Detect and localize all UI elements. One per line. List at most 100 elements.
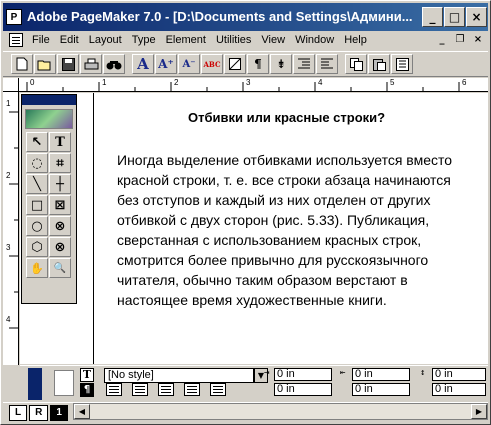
new-icon[interactable] bbox=[11, 54, 33, 74]
adobe-logo-icon[interactable] bbox=[25, 109, 73, 129]
ruler-v-4: 4 bbox=[6, 315, 11, 324]
polygon-frame-tool-icon[interactable]: ⊗ bbox=[49, 237, 71, 257]
menu-utilities[interactable]: Utilities bbox=[211, 34, 256, 46]
ruler-h-3: 3 bbox=[246, 78, 251, 87]
menu-type[interactable]: Type bbox=[127, 34, 161, 46]
frame-icon[interactable] bbox=[224, 54, 246, 74]
hand-tool-icon[interactable]: ✋ bbox=[26, 258, 48, 278]
ruler-v-2: 2 bbox=[6, 171, 11, 180]
section-heading[interactable]: Отбивки или красные строки? bbox=[188, 110, 385, 125]
menu-layout[interactable]: Layout bbox=[84, 34, 127, 46]
toolbox-title-bar[interactable] bbox=[22, 95, 76, 105]
left-indent-field[interactable]: 0 in bbox=[274, 368, 332, 381]
rectangle-frame-tool-icon[interactable]: ⊠ bbox=[49, 195, 71, 215]
application-window: P Adobe PageMaker 7.0 - [D:\Documents an… bbox=[0, 0, 491, 425]
text-tool-icon[interactable]: T bbox=[49, 132, 71, 152]
ruler-h-2: 2 bbox=[174, 78, 179, 87]
paragraph-style-select[interactable]: [No style] bbox=[104, 368, 254, 383]
ruler-h-0: 0 bbox=[30, 78, 35, 87]
title-bar[interactable]: P Adobe PageMaker 7.0 - [D:\Documents an… bbox=[3, 3, 488, 31]
align-center-button[interactable] bbox=[132, 383, 148, 396]
ruler-h-6: 6 bbox=[462, 78, 467, 87]
ruler-v-1: 1 bbox=[6, 99, 11, 108]
save-icon[interactable] bbox=[57, 54, 79, 74]
ruler-v-3: 3 bbox=[6, 243, 11, 252]
font-smaller-icon[interactable]: A⁻ bbox=[178, 54, 200, 74]
menu-bar: File Edit Layout Type Element Utilities … bbox=[3, 31, 488, 49]
rectangle-tool-icon[interactable]: □ bbox=[26, 195, 48, 215]
right-master-page[interactable]: R bbox=[29, 404, 49, 421]
main-toolbar: A A⁺ A⁻ ABC ¶ ⇟ bbox=[3, 51, 488, 77]
left-master-page[interactable]: L bbox=[9, 404, 28, 421]
menu-help[interactable]: Help bbox=[339, 34, 372, 46]
pointer-tool-icon[interactable]: ↖ bbox=[26, 132, 48, 152]
space-after-icon: ↕ bbox=[420, 368, 426, 378]
ruler-h-4: 4 bbox=[318, 78, 323, 87]
ruler-origin[interactable] bbox=[3, 78, 19, 92]
font-icon[interactable]: A bbox=[132, 54, 154, 74]
font-larger-icon[interactable]: A⁺ bbox=[155, 54, 177, 74]
character-mode-button[interactable]: T bbox=[80, 368, 94, 382]
control-palette: T ¶ [No style] ▼ ⇥ 0 in 0 in ⇤ 0 in 0 in… bbox=[20, 365, 488, 401]
spelling-icon[interactable]: ABC bbox=[201, 54, 223, 74]
ruler-h-1: 1 bbox=[102, 78, 107, 87]
maximize-button[interactable]: □ bbox=[444, 7, 465, 27]
first-indent-field[interactable]: 0 in bbox=[274, 383, 332, 396]
menu-window[interactable]: Window bbox=[290, 34, 339, 46]
doc-restore-button[interactable]: ❐ bbox=[453, 33, 467, 47]
rotate-tool-icon[interactable]: ◌ bbox=[26, 153, 48, 173]
pagemaker-app-icon[interactable]: P bbox=[6, 9, 22, 25]
scroll-left-arrow[interactable]: ◀ bbox=[74, 404, 90, 419]
crop-tool-icon[interactable]: ⌗ bbox=[49, 153, 71, 173]
toolbox-palette: ↖ T ◌ ⌗ ╲ ┼ □ ⊠ ○ ⊗ ⬡ ⊗ ✋ 🔍 bbox=[21, 94, 77, 304]
grid-size-field[interactable]: 0 in bbox=[432, 383, 486, 396]
line-tool-icon[interactable]: ╲ bbox=[26, 174, 48, 194]
right-indent-field[interactable]: 0 in bbox=[352, 368, 410, 381]
vertical-ruler-ticks bbox=[9, 111, 18, 329]
print-icon[interactable] bbox=[80, 54, 102, 74]
ruler-h-5: 5 bbox=[390, 78, 395, 87]
doc-close-button[interactable]: × bbox=[471, 33, 485, 47]
paste-icon[interactable] bbox=[368, 54, 390, 74]
horizontal-ruler[interactable]: 0 1 2 3 4 5 6 bbox=[19, 78, 488, 92]
vertical-ruler[interactable]: 1 2 3 4 bbox=[3, 92, 19, 365]
doc-minimize-button[interactable]: _ bbox=[435, 33, 449, 47]
apply-button[interactable] bbox=[54, 370, 74, 396]
ellipse-frame-tool-icon[interactable]: ⊗ bbox=[49, 216, 71, 236]
find-icon[interactable] bbox=[103, 54, 125, 74]
cut-icon[interactable] bbox=[391, 54, 413, 74]
text-flow-icon[interactable]: ⇟ bbox=[270, 54, 292, 74]
copy-icon[interactable] bbox=[345, 54, 367, 74]
space-after-field[interactable]: 0 in bbox=[432, 368, 486, 381]
menu-view[interactable]: View bbox=[256, 34, 290, 46]
menu-edit[interactable]: Edit bbox=[55, 34, 84, 46]
constrained-line-tool-icon[interactable]: ┼ bbox=[49, 174, 71, 194]
page-1-icon[interactable]: 1 bbox=[50, 404, 68, 421]
window-title: Adobe PageMaker 7.0 - [D:\Documents and … bbox=[27, 9, 413, 24]
indent-icon[interactable] bbox=[293, 54, 315, 74]
outdent-icon[interactable] bbox=[316, 54, 338, 74]
open-icon[interactable] bbox=[34, 54, 56, 74]
ellipse-tool-icon[interactable]: ○ bbox=[26, 216, 48, 236]
scroll-right-arrow[interactable]: ▶ bbox=[471, 404, 487, 419]
menu-element[interactable]: Element bbox=[161, 34, 211, 46]
left-indent-icon: ⇥ bbox=[264, 368, 270, 378]
document-canvas[interactable]: Отбивки или красные строки? Иногда выдел… bbox=[20, 93, 488, 364]
zoom-tool-icon[interactable]: 🔍 bbox=[49, 258, 71, 278]
space-before-field[interactable]: 0 in bbox=[352, 383, 410, 396]
polygon-tool-icon[interactable]: ⬡ bbox=[26, 237, 48, 257]
paragraph-mode-button[interactable]: ¶ bbox=[80, 383, 94, 397]
minimize-button[interactable]: _ bbox=[422, 7, 443, 27]
control-palette-handle[interactable] bbox=[28, 368, 42, 400]
align-left-button[interactable] bbox=[106, 383, 122, 396]
body-paragraph[interactable]: Иногда выделение отбивками используется … bbox=[117, 150, 488, 310]
horizontal-scrollbar[interactable]: ◀ ▶ bbox=[73, 403, 488, 420]
align-right-button[interactable] bbox=[158, 383, 174, 396]
paragraph-icon[interactable]: ¶ bbox=[247, 54, 269, 74]
align-justify-button[interactable] bbox=[184, 383, 200, 396]
align-force-button[interactable] bbox=[210, 383, 226, 396]
menu-file[interactable]: File bbox=[27, 34, 55, 46]
document-control-icon[interactable] bbox=[9, 33, 23, 47]
close-button[interactable]: × bbox=[466, 7, 487, 27]
page-border bbox=[93, 93, 94, 364]
